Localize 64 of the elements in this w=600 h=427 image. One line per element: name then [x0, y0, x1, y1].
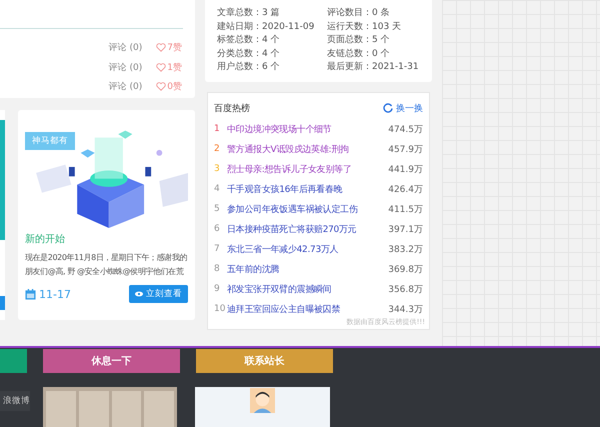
like-link[interactable]: 7赞 [156, 41, 182, 54]
heat-count: 426.4万 [388, 184, 423, 196]
heart-icon [156, 62, 166, 72]
stat-item: 建站日期：2020-11-09 [217, 20, 316, 34]
stat-item: 文章总数：3 篇 [217, 7, 281, 20]
post-date: 11-17 [39, 288, 71, 300]
stat-item: 分类总数：4 个 [217, 48, 281, 61]
rank-number: 4 [214, 184, 221, 194]
calendar-icon [25, 288, 36, 300]
hot-topic-link[interactable]: 祁发宝张开双臂的震撼瞬间 [227, 282, 388, 296]
hot-topic-link[interactable]: 东北三省一年减少42.73万人 [227, 242, 388, 256]
like-link[interactable]: 0赞 [156, 80, 182, 94]
hot-topic-link[interactable]: 日本接种疫苗死亡将获赔270万元 [227, 222, 388, 236]
stat-item: 用户总数：6 个 [217, 61, 281, 74]
heart-icon [156, 82, 166, 92]
heat-count: 397.1万 [388, 224, 423, 236]
hot-topic-link[interactable]: 迪拜王室回应公主自曝被囚禁 [227, 302, 388, 316]
view-button[interactable]: 立刻查看 [129, 285, 188, 303]
like-link[interactable]: 1赞 [156, 60, 182, 74]
hot-topic-link[interactable]: 千手观音女孩16年后再看春晚 [227, 182, 388, 196]
post-title[interactable]: 新的开始 [25, 232, 188, 246]
stat-item: 评论数目：0 条 [327, 7, 391, 20]
heat-count: 344.3万 [388, 304, 423, 316]
view-button[interactable] [0, 296, 5, 310]
footer-tab[interactable]: 休息一下 [43, 349, 180, 373]
avatar-icon [250, 388, 275, 413]
comment-count[interactable]: 评论 (0) [108, 60, 142, 74]
heat-count: 474.5万 [388, 124, 423, 136]
rank-number: 1 [214, 124, 221, 134]
panel-title: 百度热榜 [214, 102, 250, 114]
comment-count[interactable]: 评论 (0) [108, 80, 142, 94]
weibo-link[interactable]: 浪微博 [0, 391, 30, 411]
hot-topic-link[interactable]: 烈士母亲:想告诉儿子女友别等了 [227, 162, 388, 176]
heat-count: 356.8万 [388, 284, 423, 296]
eye-icon [135, 291, 143, 297]
hot-topic-link[interactable]: 警方通报大V诋毁戍边英雄:刑拘 [227, 142, 388, 156]
stat-item: 页面总数：5 个 [327, 34, 391, 48]
stat-item: 标签总数：4 个 [217, 34, 281, 48]
heat-count: 383.2万 [388, 244, 423, 256]
heat-count: 441.9万 [388, 164, 423, 176]
rank-number: 8 [214, 264, 221, 274]
stat-item: 运行天数：103 天 [327, 20, 402, 34]
comment-count[interactable]: 评论 (0) [108, 41, 142, 54]
stat-item: 友链总数：0 个 [327, 48, 391, 61]
hot-topic-link[interactable]: 五年前的沈腾 [227, 262, 388, 276]
stat-item: 最后更新：2021-1-31 [327, 61, 420, 74]
heart-icon [156, 43, 166, 52]
heat-count: 457.9万 [388, 144, 423, 156]
hot-topic-link[interactable]: 参加公司年夜饭遇车祸被认定工伤 [227, 202, 388, 216]
heat-count: 369.8万 [388, 264, 423, 276]
footer-tab[interactable]: 联系站长 [196, 349, 333, 373]
footer-tab[interactable] [0, 349, 27, 373]
heat-count: 411.5万 [388, 204, 423, 216]
refresh-icon [383, 103, 393, 113]
rank-number: 10 [214, 304, 226, 314]
refresh-link[interactable]: 换一换 [383, 102, 423, 114]
rank-number: 9 [214, 284, 221, 294]
rank-number: 3 [214, 164, 221, 174]
hot-topic-link[interactable]: 中印边境冲突现场十个细节 [227, 122, 388, 136]
rank-number: 5 [214, 204, 221, 214]
rank-number: 6 [214, 224, 221, 234]
post-excerpt: 现在是2020年11月8日，星期日下午；感谢我的朋友们@高, 野 @安全小蜘蛛@侯明宇他们在荒 [25, 252, 188, 278]
rank-number: 2 [214, 144, 221, 154]
rank-number: 7 [214, 244, 221, 254]
